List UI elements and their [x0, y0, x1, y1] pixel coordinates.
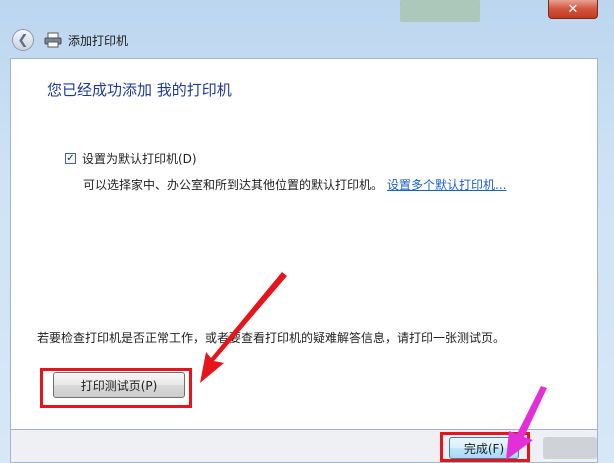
red-arrow: [200, 272, 287, 383]
magenta-arrow: [506, 386, 547, 460]
annotation-overlay: [200, 272, 547, 460]
